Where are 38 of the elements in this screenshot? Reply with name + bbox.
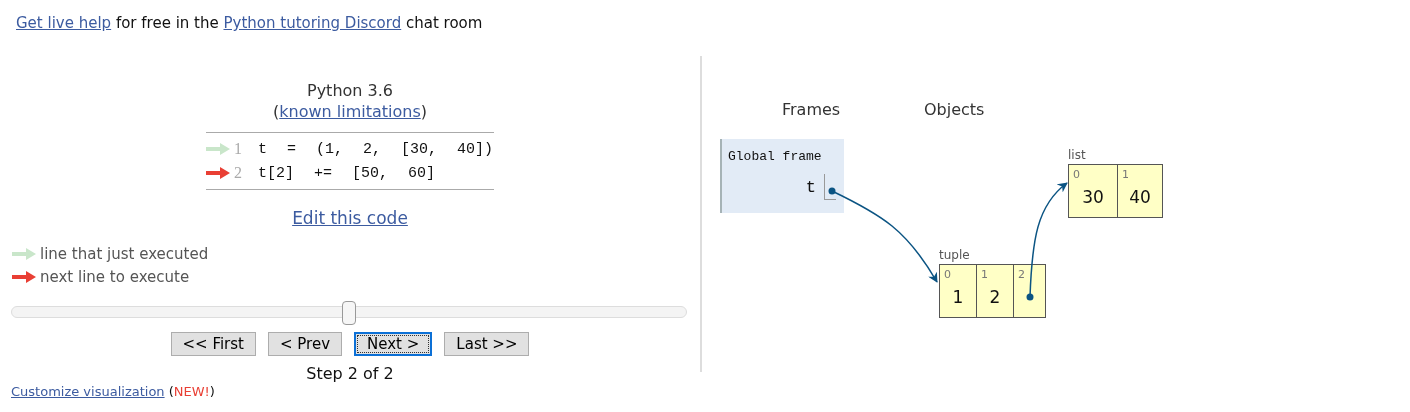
index-label: 0 [944, 268, 951, 281]
cell-value: 1 [951, 287, 965, 307]
new-label: NEW! [173, 384, 210, 399]
help-link[interactable]: Python tutoring Discord [223, 14, 402, 32]
customize-link[interactable]: Customize visualization [11, 384, 165, 399]
object-type-label: list [1068, 148, 1087, 164]
parenthesis: ( [273, 102, 280, 121]
index-label: 1 [1122, 168, 1129, 181]
line-number: 1 [234, 140, 243, 158]
help-message: Get live help for free in the Python tutoring Discord chat room [15, 13, 484, 34]
legend-label: line that just executed [40, 244, 209, 263]
index-label: 0 [1073, 168, 1080, 181]
navigation-button[interactable]: Next > [354, 332, 433, 356]
step-counter: Step 2 of 2 [306, 364, 394, 383]
code-line: t = (1, 2, [30, 40]) [258, 140, 494, 158]
cell-value: 40 [1128, 187, 1152, 207]
frames-heading: Frames [782, 100, 841, 119]
edit-code-link[interactable]: Edit this code [292, 208, 408, 228]
help-link[interactable]: Get live help [16, 14, 112, 32]
language-label: Python 3.6 [307, 80, 393, 101]
object-type-label: tuple [939, 248, 971, 264]
navigation-button[interactable]: Last >> [444, 332, 530, 356]
parenthesis: ) [420, 102, 427, 121]
variable-name: t [805, 177, 816, 197]
line-number: 2 [234, 164, 243, 182]
parenthesis: ( [167, 384, 174, 399]
cell-value: 2 [988, 287, 1002, 307]
frame-name: Global frame [727, 148, 823, 164]
legend-label: next line to execute [40, 267, 190, 286]
limitations-link[interactable]: known limitations [279, 102, 421, 121]
code-line: t[2] += [50, 60] [258, 164, 436, 182]
navigation-button[interactable]: << First [170, 332, 256, 356]
navigation-button[interactable]: < Prev [268, 332, 343, 356]
objects-heading: Objects [924, 100, 985, 119]
cell-value: 30 [1081, 187, 1105, 207]
index-label: 2 [1018, 268, 1025, 281]
parenthesis: ) [209, 384, 215, 399]
index-label: 1 [981, 268, 988, 281]
